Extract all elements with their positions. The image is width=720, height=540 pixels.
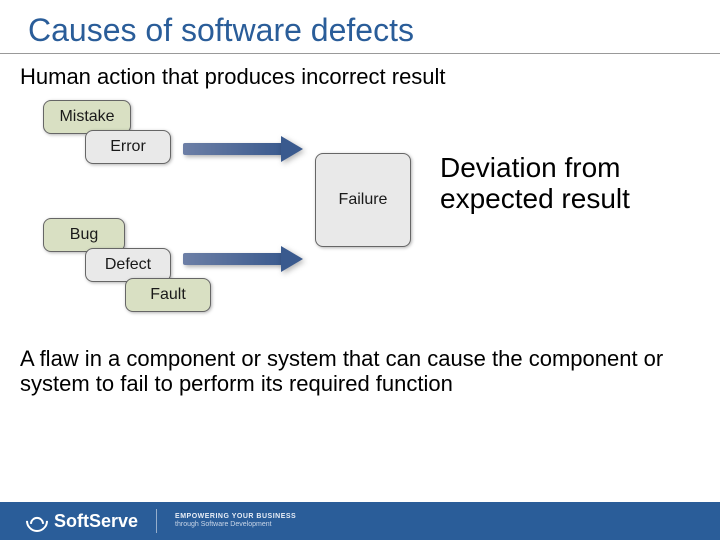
diagram-area: Mistake Error Bug Defect Fault Failure D… — [15, 98, 715, 338]
brand-logo: SoftServe — [26, 510, 138, 532]
deviation-text: Deviation from expected result — [440, 153, 630, 215]
deviation-line1: Deviation from — [440, 153, 630, 184]
arrow-error-to-failure — [183, 143, 283, 155]
box-failure: Failure — [315, 153, 411, 247]
bottom-description: A flaw in a component or system that can… — [0, 346, 720, 397]
arrow-defect-to-failure — [183, 253, 283, 265]
brand-name: SoftServe — [54, 511, 138, 532]
swirl-icon — [21, 505, 52, 536]
slide-title: Causes of software defects — [0, 0, 720, 54]
box-bug: Bug — [43, 218, 125, 252]
box-error: Error — [85, 130, 171, 164]
footer-tagline: EMPOWERING YOUR BUSINESS through Softwar… — [175, 513, 296, 530]
tagline-line2: through Software Development — [175, 521, 296, 529]
box-defect: Defect — [85, 248, 171, 282]
box-mistake: Mistake — [43, 100, 131, 134]
box-fault: Fault — [125, 278, 211, 312]
tagline-line1: EMPOWERING YOUR BUSINESS — [175, 513, 296, 521]
subtitle-top: Human action that produces incorrect res… — [0, 64, 720, 90]
deviation-line2: expected result — [440, 184, 630, 215]
footer-bar: SoftServe EMPOWERING YOUR BUSINESS throu… — [0, 502, 720, 540]
footer-divider — [156, 509, 157, 533]
